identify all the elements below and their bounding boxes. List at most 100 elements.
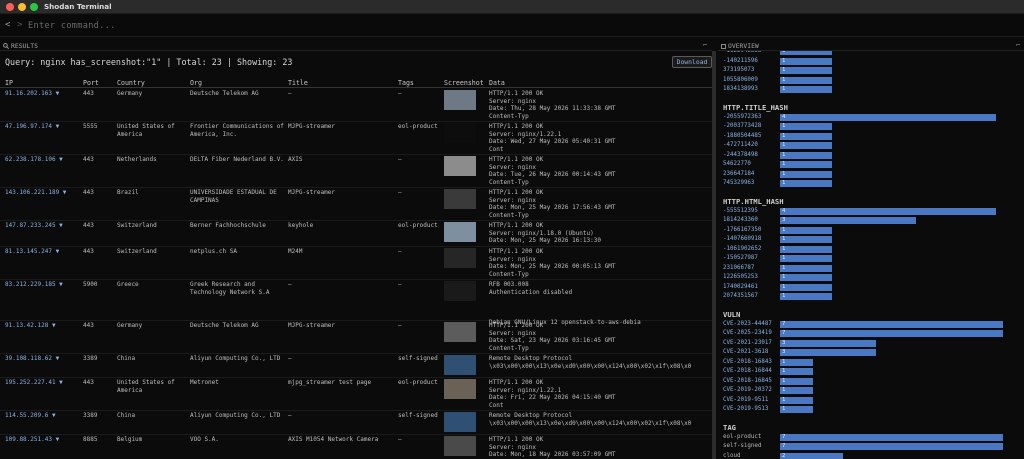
facet-item-label[interactable]: 1814243360: [723, 217, 758, 223]
screenshot-thumbnail[interactable]: [444, 222, 476, 242]
facet-item-label[interactable]: 1740029461: [723, 284, 758, 290]
screenshot-thumbnail[interactable]: [444, 248, 476, 268]
facet-count-bar[interactable]: 1: [780, 245, 832, 253]
column-header-org[interactable]: Org: [190, 79, 202, 87]
column-header-screenshot[interactable]: Screenshot: [444, 79, 484, 87]
facet-item-label[interactable]: -140211596: [723, 58, 758, 64]
facet-item-label[interactable]: 1055806009: [723, 77, 758, 83]
facet-count-bar[interactable]: 1: [780, 132, 832, 140]
facet-item-label[interactable]: -555512395: [723, 208, 758, 214]
facet-item-label[interactable]: CVE-2025-23419: [723, 330, 772, 336]
facet-count-bar[interactable]: 3: [780, 217, 916, 224]
facet-count-bar[interactable]: 7: [780, 320, 1003, 328]
facet-count-bar[interactable]: 1: [780, 396, 813, 404]
facet-count-bar[interactable]: 1: [780, 264, 832, 272]
facet-item-label[interactable]: CVE-2019-9513: [723, 406, 768, 412]
back-button[interactable]: <: [5, 20, 10, 30]
facet-item-label[interactable]: -244378498: [723, 152, 758, 158]
facet-count-bar[interactable]: 1: [780, 51, 832, 55]
facet-item-label[interactable]: -1880504485: [723, 133, 761, 139]
facet-count-bar[interactable]: 7: [780, 330, 1003, 337]
facet-item-label[interactable]: 236647184: [723, 171, 754, 177]
ip-link[interactable]: 91.16.202.163 ▼: [5, 90, 59, 98]
facet-count-bar[interactable]: 1: [780, 151, 832, 159]
facet-count-bar[interactable]: 1: [780, 387, 813, 394]
facet-count-bar[interactable]: 1: [780, 142, 832, 149]
ip-link[interactable]: 83.212.229.185 ▼: [5, 281, 63, 289]
ip-link[interactable]: 114.55.209.6 ▼: [5, 412, 56, 420]
facet-item-label[interactable]: CVE-2018-16844: [723, 368, 772, 374]
table-row[interactable]: 39.108.118.62 ▼ 3389 China Aliyun Computing…: [0, 354, 712, 378]
facet-item-label[interactable]: 1834138993: [723, 86, 758, 92]
results-scrollbar[interactable]: [712, 51, 716, 459]
facet-count-bar[interactable]: 1: [780, 86, 832, 93]
facet-count-bar[interactable]: 7: [780, 433, 1003, 441]
facet-count-bar[interactable]: 1: [780, 377, 813, 385]
table-row[interactable]: 62.238.178.106 ▼ 443 Netherlands DELTA Fibe…: [0, 155, 712, 188]
minimize-window-button[interactable]: [18, 3, 26, 11]
table-row[interactable]: 147.87.233.245 ▼ 443 Switzerland Berner Fac…: [0, 221, 712, 247]
ip-link[interactable]: 91.13.42.128 ▼: [5, 322, 56, 330]
facet-count-bar[interactable]: 1: [780, 170, 832, 178]
facet-item-label[interactable]: 373195073: [723, 67, 754, 73]
screenshot-thumbnail[interactable]: [444, 281, 476, 301]
table-row[interactable]: 91.16.202.163 ▼ 443 Germany Deutsche Teleko…: [0, 89, 712, 122]
facet-count-bar[interactable]: 1: [780, 76, 832, 84]
expand-icon[interactable]: ⌐: [1016, 41, 1020, 49]
facet-count-bar[interactable]: 7: [780, 443, 1003, 450]
facet-count-bar[interactable]: 1: [780, 123, 832, 130]
facet-item-label[interactable]: cloud: [723, 453, 740, 459]
facet-item-label[interactable]: CVE-2021-23017: [723, 340, 772, 346]
facet-count-bar[interactable]: 1: [780, 180, 832, 187]
screenshot-thumbnail[interactable]: [444, 90, 476, 110]
scrollbar-thumb[interactable]: [712, 51, 716, 459]
column-header-port[interactable]: Port: [83, 79, 99, 87]
facet-count-bar[interactable]: 3: [780, 339, 876, 347]
screenshot-thumbnail[interactable]: [444, 355, 476, 375]
facet-item-label[interactable]: CVE-2018-16843: [723, 359, 772, 365]
facet-item-label[interactable]: -1407660918: [723, 236, 761, 242]
facet-count-bar[interactable]: 1: [780, 283, 832, 291]
facet-item-label[interactable]: CVE-2023-44487: [723, 321, 772, 327]
facet-count-bar[interactable]: 3: [780, 349, 876, 356]
facet-item-label[interactable]: -2055972363: [723, 114, 761, 120]
facet-item-label[interactable]: CVE-2021-3618: [723, 349, 768, 355]
ip-link[interactable]: 62.238.178.106 ▼: [5, 156, 63, 164]
facet-item-label[interactable]: eol-product: [723, 434, 761, 440]
screenshot-thumbnail[interactable]: [444, 123, 476, 143]
ip-link[interactable]: 39.108.118.62 ▼: [5, 355, 59, 363]
column-header-country[interactable]: Country: [117, 79, 145, 87]
table-row[interactable]: 81.13.145.247 ▼ 443 Switzerland netplus.ch …: [0, 247, 712, 280]
facet-item-label[interactable]: -1061902652: [723, 246, 761, 252]
ip-link[interactable]: 195.252.227.41 ▼: [5, 379, 63, 387]
table-row[interactable]: 195.252.227.41 ▼ 443 United States of Amer…: [0, 378, 712, 411]
column-header-tags[interactable]: Tags: [398, 79, 414, 87]
facet-item-label[interactable]: 231066787: [723, 265, 754, 271]
table-row[interactable]: 109.88.251.43 ▼ 8885 Belgium VOO S.A. AXIS M…: [0, 435, 712, 459]
facet-item-label[interactable]: 54622770: [723, 161, 751, 167]
expand-icon[interactable]: ⌐: [703, 41, 707, 49]
table-row[interactable]: 91.13.42.128 ▼ 443 Germany Deutsche Telekom…: [0, 321, 712, 354]
facet-count-bar[interactable]: 1: [780, 67, 832, 74]
table-row[interactable]: 143.106.221.189 ▼ 443 Brazil UNIVERSIDADE E…: [0, 188, 712, 221]
facet-item-label[interactable]: -150527987: [723, 255, 758, 261]
facet-count-bar[interactable]: 1: [780, 368, 813, 375]
ip-link[interactable]: 147.87.233.245 ▼: [5, 222, 63, 230]
screenshot-thumbnail[interactable]: [444, 189, 476, 209]
ip-link[interactable]: 109.88.251.43 ▼: [5, 436, 59, 444]
facet-count-bar[interactable]: 4: [780, 207, 996, 215]
facet-count-bar[interactable]: 4: [780, 113, 996, 121]
ip-link[interactable]: 143.106.221.189 ▼: [5, 189, 66, 197]
maximize-window-button[interactable]: [30, 3, 38, 11]
facet-item-label[interactable]: CVE-2018-16845: [723, 378, 772, 384]
close-window-button[interactable]: [6, 3, 14, 11]
screenshot-thumbnail[interactable]: [444, 379, 476, 399]
facet-item-label[interactable]: CVE-2019-9511: [723, 397, 768, 403]
facet-count-bar[interactable]: 2: [780, 452, 843, 459]
ip-link[interactable]: 81.13.145.247 ▼: [5, 248, 59, 256]
facet-item-label[interactable]: -472711420: [723, 142, 758, 148]
facet-item-label[interactable]: 745329963: [723, 180, 754, 186]
ip-link[interactable]: 47.196.97.174 ▼: [5, 123, 59, 131]
facet-count-bar[interactable]: 1: [780, 226, 832, 234]
download-button[interactable]: Download: [672, 56, 712, 68]
